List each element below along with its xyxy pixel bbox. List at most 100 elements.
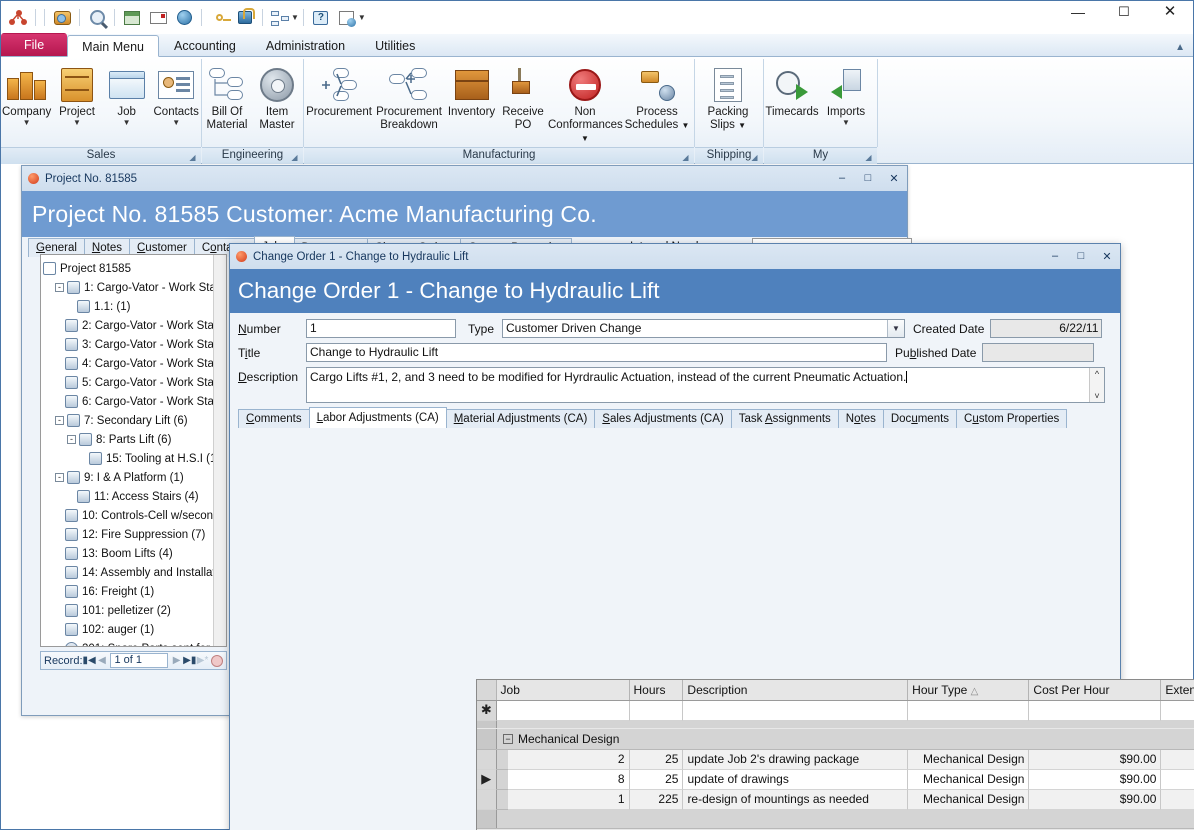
grid-header-cost-per-hour[interactable]: Cost Per Hour xyxy=(1029,680,1161,700)
grid-selector-cell[interactable] xyxy=(477,729,497,749)
grid-cell-description[interactable]: update of drawings xyxy=(683,770,908,790)
change-order-minimize-button[interactable]: – xyxy=(1042,250,1068,263)
group-collapse-icon[interactable]: − xyxy=(503,734,513,744)
globe-icon[interactable] xyxy=(173,7,195,29)
change-order-restore-button[interactable]: □ xyxy=(1068,250,1094,263)
ribbon-button-job[interactable]: Job ▼ xyxy=(102,62,152,127)
record-new-button[interactable]: ▶* xyxy=(196,655,209,666)
tree-node[interactable]: 4: Cargo-Vator - Work Station xyxy=(43,354,224,373)
chevron-down-icon[interactable]: ▼ xyxy=(73,119,81,127)
grid-header-hour-type[interactable]: Hour Type △ xyxy=(908,680,1029,700)
ribbon-button-procurement[interactable]: Procurement xyxy=(304,62,374,119)
close-button[interactable]: ✕ xyxy=(1147,1,1193,23)
help-icon[interactable]: ? xyxy=(310,7,332,29)
ribbon-button-timecards[interactable]: Timecards xyxy=(764,62,820,119)
tree-node[interactable]: 12: Fire Suppression (7) xyxy=(43,525,224,544)
ribbon-tab-administration[interactable]: Administration xyxy=(251,34,360,56)
chevron-down-icon[interactable]: ▼ xyxy=(23,119,31,127)
tree-node[interactable]: 102: auger (1) xyxy=(43,620,224,639)
collapse-ribbon-icon[interactable]: ▲ xyxy=(1175,42,1185,53)
change-order-close-button[interactable]: ✕ xyxy=(1094,250,1120,263)
new-row-marker-icon[interactable]: ✱ xyxy=(477,701,497,721)
tree-node[interactable]: 3: Cargo-Vator - Work Station xyxy=(43,335,224,354)
ribbon-button-bill-of-material[interactable]: Bill Of Material xyxy=(202,62,252,132)
grid-row[interactable]: ▶ 825update of drawingsMechanical Design$… xyxy=(477,770,1194,790)
tree-node[interactable]: 1.1: (1) xyxy=(43,297,224,316)
dialog-launcher-icon[interactable]: ◢ xyxy=(750,150,759,159)
grid-cell-cost-per-hour[interactable]: $90.00 xyxy=(1029,770,1161,790)
key-icon[interactable] xyxy=(208,7,230,29)
ribbon-tab-main-menu[interactable]: Main Menu xyxy=(67,35,159,57)
co-tab-custom-properties[interactable]: Custom Properties xyxy=(956,409,1067,428)
number-input[interactable]: 1 xyxy=(306,319,456,338)
grid-cell-description[interactable]: re-design of mountings as needed xyxy=(683,790,908,810)
tree-node[interactable]: 13: Boom Lifts (4) xyxy=(43,544,224,563)
grid-new-record-row[interactable]: ✱ xyxy=(477,701,1194,721)
grid-header-job[interactable]: Job xyxy=(497,680,630,700)
tree-node[interactable]: 201: Spare Parts sent for Cus xyxy=(43,639,224,647)
window-green-icon[interactable] xyxy=(121,7,143,29)
co-tab-material-adjustments[interactable]: Material Adjustments (CA) xyxy=(446,409,596,428)
tree-expander[interactable]: - xyxy=(55,473,64,482)
tree-node[interactable]: 6: Cargo-Vator - Work Station xyxy=(43,392,224,411)
record-next-button[interactable]: ▶ xyxy=(170,655,183,666)
magnifier-icon[interactable] xyxy=(86,7,108,29)
tree-node[interactable]: -8: Parts Lift (6) xyxy=(43,430,224,449)
title-input[interactable]: Change to Hydraulic Lift xyxy=(306,343,887,362)
tree-node[interactable]: Project 81585 xyxy=(43,259,224,278)
scroll-down-icon[interactable]: ˅ xyxy=(1094,391,1099,401)
grid-group-header[interactable]: −Mechanical Design xyxy=(477,728,1194,750)
ribbon-tab-accounting[interactable]: Accounting xyxy=(159,34,251,56)
grid-cell-hour-type[interactable]: Mechanical Design xyxy=(908,770,1029,790)
tree-node[interactable]: 101: pelletizer (2) xyxy=(43,601,224,620)
grid-cell-job[interactable]: 8 xyxy=(508,770,629,790)
ribbon-button-imports[interactable]: Imports ▼ xyxy=(820,62,872,127)
card-icon[interactable] xyxy=(147,7,169,29)
grid-cell-extended-cost[interactable]: $20,250.00 xyxy=(1161,790,1194,810)
grid-cell-hours[interactable]: 225 xyxy=(630,790,684,810)
ribbon-button-process-schedules[interactable]: Process Schedules ▼ xyxy=(623,62,691,132)
chevron-down-icon[interactable]: ▼ xyxy=(123,119,131,127)
change-order-titlebar[interactable]: Change Order 1 - Change to Hydraulic Lif… xyxy=(230,244,1120,269)
tree-node[interactable]: -1: Cargo-Vator - Work Station xyxy=(43,278,224,297)
grid-cell-hours[interactable] xyxy=(630,701,684,721)
org-chart-icon[interactable] xyxy=(269,7,291,29)
project-window-titlebar[interactable]: Project No. 81585 – □ ✕ xyxy=(22,166,907,191)
chevron-down-icon[interactable]: ▼ xyxy=(172,119,180,127)
tree-node[interactable]: 5: Cargo-Vator - Work Station xyxy=(43,373,224,392)
grid-cell-hours[interactable]: 25 xyxy=(630,770,684,790)
chevron-down-icon[interactable]: ▼ xyxy=(682,121,690,130)
grid-cell-extended-cost[interactable]: $2,250.00 xyxy=(1161,750,1194,770)
tree-node[interactable]: 15: Tooling at H.S.I (1 xyxy=(43,449,224,468)
project-minimize-button[interactable]: – xyxy=(829,172,855,185)
ribbon-button-receive-po[interactable]: Receive PO xyxy=(499,62,547,132)
grid-row-marker[interactable] xyxy=(477,750,497,770)
co-tab-sales-adjustments[interactable]: Sales Adjustments (CA) xyxy=(594,409,731,428)
dialog-launcher-icon[interactable]: ◢ xyxy=(681,150,690,159)
tree-node[interactable]: 14: Assembly and Installation xyxy=(43,563,224,582)
ribbon-button-non-conformances[interactable]: Non Conformances ▼ xyxy=(547,62,623,145)
lock-icon[interactable] xyxy=(234,7,256,29)
ribbon-button-item-master[interactable]: Item Master xyxy=(252,62,302,132)
grid-cell-hour-type[interactable]: Mechanical Design xyxy=(908,790,1029,810)
grid-row-marker[interactable] xyxy=(477,790,497,810)
chevron-down-icon[interactable]: ▼ xyxy=(291,13,299,22)
people-search-icon[interactable] xyxy=(51,7,73,29)
tree-node[interactable]: 16: Freight (1) xyxy=(43,582,224,601)
tree-node[interactable]: -7: Secondary Lift (6) xyxy=(43,411,224,430)
ribbon-tab-file[interactable]: File xyxy=(1,33,67,56)
grid-cell-cost-per-hour[interactable]: $90.00 xyxy=(1029,750,1161,770)
tree-node[interactable]: -9: I & A Platform (1) xyxy=(43,468,224,487)
co-tab-documents[interactable]: Documents xyxy=(883,409,957,428)
grid-row[interactable]: 225update Job 2's drawing packageMechani… xyxy=(477,750,1194,770)
grid-cell-description[interactable]: update Job 2's drawing package xyxy=(683,750,908,770)
maximize-button[interactable]: ☐ xyxy=(1101,1,1147,23)
labor-adjustments-grid[interactable]: Job Hours Description Hour Type △ Cost P… xyxy=(476,679,1194,830)
qat-overflow-icon[interactable]: ▼ xyxy=(358,13,366,22)
project-restore-button[interactable]: □ xyxy=(855,172,881,185)
grid-row-marker[interactable]: ▶ xyxy=(477,770,497,790)
ribbon-button-company[interactable]: Company ▼ xyxy=(1,62,52,127)
grid-cell-hour-type[interactable]: Mechanical Design xyxy=(908,750,1029,770)
record-prev-button[interactable]: ◀ xyxy=(96,655,109,666)
grid-header-extended-cost[interactable]: Extended Cost xyxy=(1161,680,1194,700)
